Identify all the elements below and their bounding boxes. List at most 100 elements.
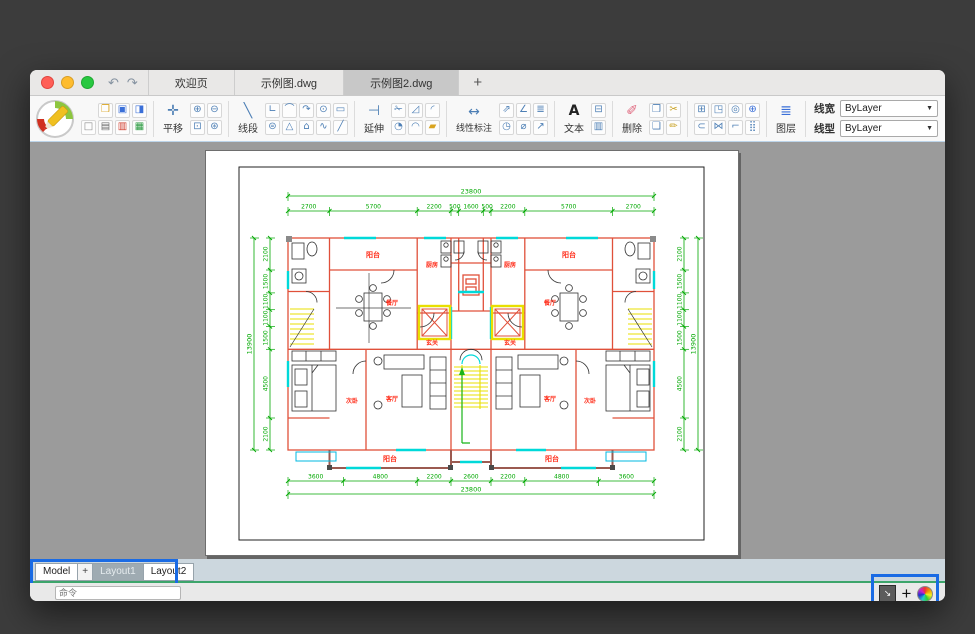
drawing-canvas[interactable]: 2700570022005001600500220057002700238003… bbox=[30, 142, 945, 559]
dim-diameter-icon: ⌀ bbox=[521, 122, 527, 132]
tool-erase-button[interactable]: ✐删除 bbox=[619, 102, 645, 136]
cut-button[interactable]: ✂ bbox=[666, 103, 681, 118]
dim-aligned-button[interactable]: ⇗ bbox=[499, 103, 514, 118]
dim-radius-button[interactable]: ◷ bbox=[499, 120, 514, 135]
tool-layer-button[interactable]: ≣图层 bbox=[773, 102, 799, 136]
maximize-window-button[interactable] bbox=[81, 76, 94, 89]
zoom-in-icon: ⊕ bbox=[193, 105, 201, 115]
arc-button[interactable]: ⌒ bbox=[282, 103, 297, 118]
save-button[interactable]: ▣ bbox=[115, 103, 130, 118]
dim-baseline-button[interactable]: ≣ bbox=[533, 103, 548, 118]
room-label: 餐厅 bbox=[385, 299, 398, 307]
dimension-text: 13900 bbox=[690, 334, 698, 355]
dimension-text: 1500 bbox=[677, 274, 684, 289]
toolbar-separator bbox=[766, 101, 767, 137]
dimension-text: 5700 bbox=[366, 204, 381, 211]
dim-angular-button[interactable]: ∠ bbox=[516, 103, 531, 118]
undo-icon[interactable]: ↶ bbox=[104, 70, 123, 95]
tool-extend-button[interactable]: ⊣延伸 bbox=[361, 102, 387, 136]
dimension-text: 5700 bbox=[561, 204, 576, 211]
room-label: 客厅 bbox=[543, 395, 556, 403]
dim-leader-button[interactable]: ↗ bbox=[533, 120, 548, 135]
export-image-button[interactable]: ▦ bbox=[132, 120, 147, 135]
copy-button[interactable]: ❐ bbox=[649, 103, 664, 118]
zoom-extents-button[interactable]: ⊛ bbox=[207, 120, 222, 135]
rectangle-button[interactable]: ▭ bbox=[333, 103, 348, 118]
room-label: 次卧 bbox=[346, 397, 358, 405]
sheet-icon: ▥ bbox=[594, 122, 603, 132]
triangle-button[interactable]: △ bbox=[282, 120, 297, 135]
room-label: 厨房 bbox=[504, 261, 516, 269]
linetype-dropdown[interactable]: ByLayer ▼ bbox=[840, 120, 938, 137]
tool-line-button[interactable]: ╲线段 bbox=[235, 102, 261, 136]
room-label: 阳台 bbox=[562, 250, 576, 259]
command-input[interactable] bbox=[55, 586, 181, 600]
spline-button[interactable]: ∿ bbox=[316, 120, 331, 135]
blend-button[interactable]: ◎ bbox=[728, 103, 743, 118]
ellipse-button[interactable]: ⊜ bbox=[265, 120, 280, 135]
save-as-icon: ◨ bbox=[135, 105, 144, 115]
open-folder-button[interactable]: ❒ bbox=[98, 103, 113, 118]
mtext-button[interactable]: ⊟ bbox=[591, 103, 606, 118]
polygon-button[interactable]: ⌂ bbox=[299, 120, 314, 135]
revolve-button[interactable]: ◔ bbox=[391, 120, 406, 135]
polyline-button[interactable]: ∟ bbox=[265, 103, 280, 118]
fold-button[interactable]: ⌐ bbox=[728, 120, 743, 135]
mirror-button[interactable]: ⋈ bbox=[711, 120, 726, 135]
room-label: 玄关 bbox=[504, 339, 516, 347]
fillet-button[interactable]: ◜ bbox=[425, 103, 440, 118]
region-button[interactable]: ▰ bbox=[425, 120, 440, 135]
zoom-out-button[interactable]: ⊖ bbox=[207, 103, 222, 118]
trim-button[interactable]: ✁ bbox=[391, 103, 406, 118]
scale-button[interactable]: ◳ bbox=[711, 103, 726, 118]
print-button[interactable]: ▤ bbox=[98, 120, 113, 135]
segment-button[interactable]: ╱ bbox=[333, 120, 348, 135]
screenshot-root: { "titlebar": { "tabs": [ {"label": "欢迎页… bbox=[0, 0, 975, 634]
offset-button[interactable]: ⊂ bbox=[694, 120, 709, 135]
tool-dim-linear-button[interactable]: ↔线性标注 bbox=[453, 103, 495, 135]
tool-text-button[interactable]: A文本 bbox=[561, 102, 587, 136]
layout-tab-layout2[interactable]: Layout2 bbox=[143, 563, 195, 581]
toolbar-groups: ❒▣◨□▤▥▦✛平移⊕⊖⊡⊛╲线段∟⌒↷⊙▭⊜△⌂∿╱⊣延伸✁◿◜◔◠▰↔线性标… bbox=[81, 101, 799, 137]
document-tab-1[interactable]: 示例图.dwg bbox=[234, 70, 343, 95]
paste-button[interactable]: ❑ bbox=[649, 120, 664, 135]
circle-button[interactable]: ⊙ bbox=[316, 103, 331, 118]
region-icon: ▰ bbox=[429, 122, 437, 132]
crosshair-icon[interactable]: + bbox=[899, 586, 914, 601]
new-tab-button[interactable]: + bbox=[459, 70, 496, 95]
linewidth-dropdown[interactable]: ByLayer ▼ bbox=[840, 100, 938, 117]
text-label: 文本 bbox=[564, 120, 584, 135]
layout-tab-model[interactable]: Model bbox=[35, 563, 78, 581]
toolbar-separator bbox=[446, 101, 447, 137]
close-window-button[interactable] bbox=[41, 76, 54, 89]
layout-tab-new[interactable]: + bbox=[77, 563, 93, 581]
corner-stairs bbox=[290, 309, 652, 347]
color-wheel-icon[interactable] bbox=[917, 586, 933, 602]
paper-sheet[interactable]: 2700570022005001600500220057002700238003… bbox=[205, 150, 739, 556]
brush-button[interactable]: ✏ bbox=[666, 120, 681, 135]
array-button[interactable]: ⣿ bbox=[745, 120, 760, 135]
new-file-button[interactable]: □ bbox=[81, 120, 96, 135]
layout-tab-layout1[interactable]: Layout1 bbox=[92, 563, 144, 581]
zoom-in-button[interactable]: ⊕ bbox=[190, 103, 205, 118]
export-pdf-button[interactable]: ▥ bbox=[115, 120, 130, 135]
save-as-button[interactable]: ◨ bbox=[132, 103, 147, 118]
room-label: 厨房 bbox=[426, 261, 438, 269]
minimize-window-button[interactable] bbox=[61, 76, 74, 89]
document-tab-0[interactable]: 欢迎页 bbox=[148, 70, 234, 95]
fit-view-icon[interactable]: ↘ bbox=[879, 585, 896, 601]
tool-pan-button[interactable]: ✛平移 bbox=[160, 102, 186, 136]
chamfer-button[interactable]: ◿ bbox=[408, 103, 423, 118]
revcloud-button[interactable]: ↷ bbox=[299, 103, 314, 118]
orbit-button[interactable]: ⊕ bbox=[745, 103, 760, 118]
redo-icon[interactable]: ↷ bbox=[123, 70, 142, 95]
dome-icon: ◠ bbox=[411, 122, 420, 132]
dome-button[interactable]: ◠ bbox=[408, 120, 423, 135]
join-button[interactable]: ⊞ bbox=[694, 103, 709, 118]
zoom-window-button[interactable]: ⊡ bbox=[190, 120, 205, 135]
dimension-text: 1100 bbox=[263, 293, 270, 308]
document-tab-2[interactable]: 示例图2.dwg bbox=[343, 70, 459, 95]
dim-diameter-button[interactable]: ⌀ bbox=[516, 120, 531, 135]
sheet-button[interactable]: ▥ bbox=[591, 120, 606, 135]
dimension-text: 2100 bbox=[677, 426, 684, 441]
